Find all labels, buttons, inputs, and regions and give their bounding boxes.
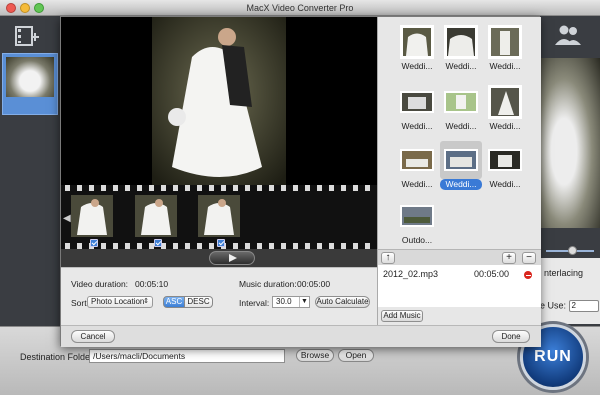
gallery-item-label: Outdo... <box>401 235 433 245</box>
music-duration-label: Music duration: <box>239 279 297 289</box>
slider-knob[interactable] <box>568 246 577 255</box>
frame-checkbox[interactable] <box>154 239 162 247</box>
gallery-item[interactable]: Weddi... <box>484 23 526 75</box>
cpu-core-label: e Use: <box>540 300 567 311</box>
gallery-item-label: Weddi... <box>401 61 433 71</box>
gallery-item-label: Weddi... <box>445 61 477 71</box>
options-panel: nterlacing e Use: 2 <box>540 258 600 324</box>
destination-folder-input[interactable]: /Users/macli/Documents <box>89 349 285 363</box>
done-button[interactable]: Done <box>492 330 530 343</box>
gallery-item[interactable]: Weddi... <box>396 83 438 135</box>
photo-filmstrip: ◀ <box>61 185 377 249</box>
gallery-thumbnail <box>400 149 434 171</box>
gallery-item[interactable]: Weddi... <box>440 23 482 75</box>
play-button[interactable] <box>209 251 255 265</box>
gallery-item-label: Weddi... <box>489 121 521 131</box>
gallery-thumbnail <box>444 149 478 171</box>
music-row[interactable]: 2012_02.mp3 00:05:00 <box>378 269 542 281</box>
gallery-thumbnail <box>488 25 522 59</box>
add-music-button[interactable]: Add Music <box>381 310 423 322</box>
gallery-item-label: Weddi... <box>440 179 482 190</box>
open-button[interactable]: Open <box>338 349 374 362</box>
sort-select[interactable]: Photo Location ⇕ <box>87 296 153 308</box>
zoom-window-button[interactable] <box>34 3 44 13</box>
playback-controls <box>61 249 377 267</box>
video-item-thumbnail[interactable] <box>2 53 58 115</box>
filmstrip-frame[interactable] <box>71 195 113 237</box>
video-preview <box>61 17 377 185</box>
add-icon[interactable]: + <box>502 252 516 264</box>
video-thumbnail-image <box>6 57 54 97</box>
video-duration-value: 00:05:10 <box>135 279 169 289</box>
desc-toggle[interactable]: DESC <box>185 296 213 308</box>
photo-slideshow-dialog: ◀ Video duration: 00:05:10 Music duratio… <box>60 16 541 347</box>
gallery-thumbnail <box>444 91 478 113</box>
title-bar: MacX Video Converter Pro <box>0 0 600 16</box>
close-window-button[interactable] <box>6 3 16 13</box>
main-photo <box>152 17 286 185</box>
people-icon[interactable] <box>554 24 582 46</box>
music-footer: Add Music <box>377 307 541 325</box>
slideshow-settings: Video duration: 00:05:10 Music duration:… <box>61 267 377 325</box>
add-video-icon[interactable] <box>14 24 40 48</box>
gallery-item-label: Weddi... <box>489 179 521 189</box>
frame-checkbox[interactable] <box>90 239 98 247</box>
gallery-item-label: Weddi... <box>489 61 521 71</box>
gallery-item[interactable]: Weddi... <box>396 23 438 75</box>
music-file-name: 2012_02.mp3 <box>383 269 439 279</box>
gallery-item[interactable]: Weddi... <box>440 83 482 135</box>
video-duration-label: Video duration: <box>71 279 129 289</box>
gallery-item-selected[interactable]: Weddi... <box>440 141 482 193</box>
move-up-icon[interactable]: ↑ <box>381 252 395 264</box>
gallery-thumbnail <box>488 85 522 119</box>
dialog-footer: Cancel Done <box>61 325 541 347</box>
minimize-window-button[interactable] <box>20 3 30 13</box>
browse-button[interactable]: Browse <box>296 349 334 362</box>
music-duration-value: 00:05:00 <box>297 279 331 289</box>
gallery-item-label: Weddi... <box>445 121 477 131</box>
gallery-item-label: Weddi... <box>401 121 433 131</box>
gallery-thumbnail <box>444 25 478 59</box>
sort-select-value: Photo Location <box>91 297 145 306</box>
gallery-item-label: Weddi... <box>401 179 433 189</box>
gallery-thumbnail <box>400 25 434 59</box>
gallery-item[interactable]: Outdo... <box>396 197 438 249</box>
deinterlacing-label: nterlacing <box>544 268 584 278</box>
cancel-button[interactable]: Cancel <box>71 330 115 343</box>
interval-label: Interval: <box>239 298 270 308</box>
filmstrip-frame[interactable] <box>135 195 177 237</box>
select-arrows-icon: ⇕ <box>143 298 149 305</box>
auto-calculate-button[interactable]: Auto Calculate <box>315 296 370 308</box>
gallery-item[interactable]: Weddi... <box>484 141 526 193</box>
cpu-core-select[interactable]: 2 <box>568 300 599 312</box>
scroll-left-icon[interactable]: ◀ <box>63 213 71 224</box>
music-list: 2012_02.mp3 00:05:00 <box>377 265 541 307</box>
filmstrip-frame[interactable] <box>198 195 240 237</box>
volume-slider[interactable] <box>540 246 600 256</box>
window-title: MacX Video Converter Pro <box>246 3 354 13</box>
music-duration: 00:05:00 <box>474 269 510 279</box>
chevron-down-icon[interactable]: ▼ <box>299 297 309 307</box>
photo-gallery: Weddi... Weddi... Weddi... Weddi... Wedd… <box>377 17 541 249</box>
asc-toggle[interactable]: ASC <box>163 296 185 308</box>
gallery-thumbnail <box>400 91 434 113</box>
frame-checkbox[interactable] <box>217 239 225 247</box>
gallery-thumbnail <box>488 149 522 171</box>
filmstrip-sprockets-top <box>61 185 377 191</box>
destination-folder-label: Destination Folder: <box>20 352 96 362</box>
remove-music-icon[interactable] <box>524 271 532 279</box>
music-toolbar: ↑ + − <box>377 249 541 265</box>
gallery-thumbnail <box>400 205 434 227</box>
cpu-core-row: e Use: 2 <box>540 300 599 312</box>
left-sidebar <box>0 16 60 326</box>
remove-icon[interactable]: − <box>522 252 536 264</box>
gallery-item[interactable]: Weddi... <box>484 83 526 135</box>
preview-image <box>540 58 600 228</box>
gallery-item[interactable]: Weddi... <box>396 141 438 193</box>
